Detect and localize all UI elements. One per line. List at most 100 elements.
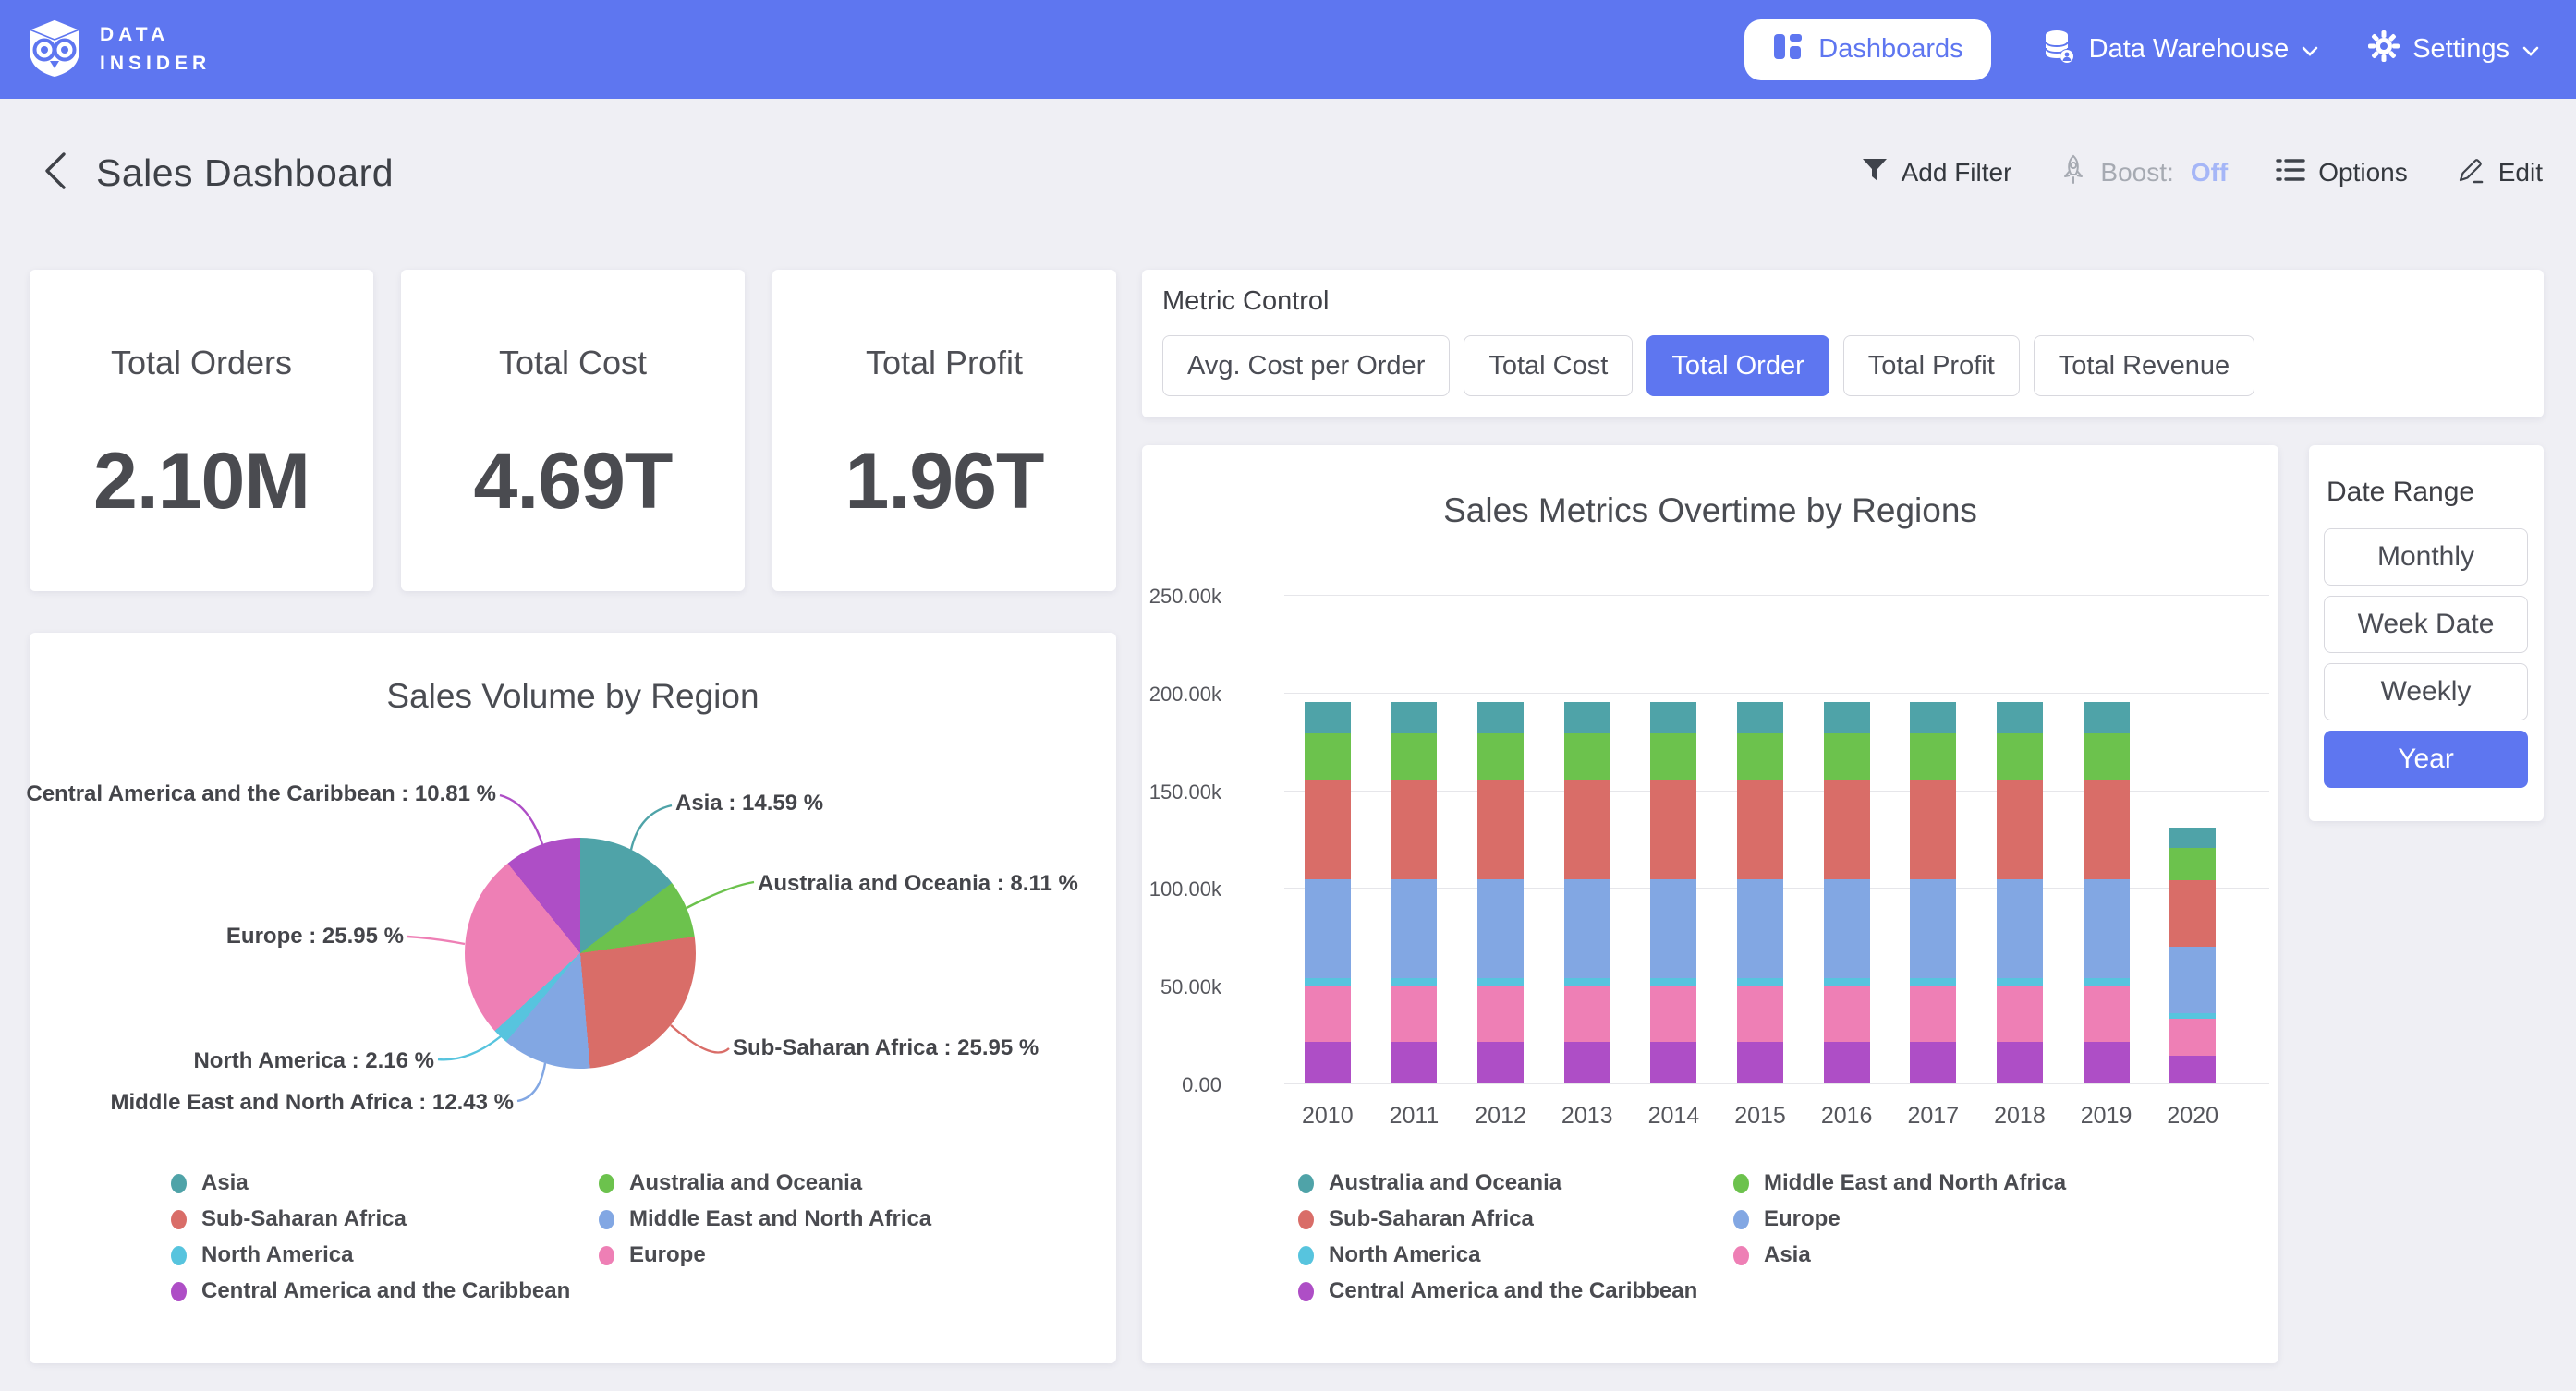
legend-item-australia-and-oceania[interactable]: Australia and Oceania: [1298, 1172, 1697, 1194]
bar-segment-north-america: [2084, 978, 2130, 986]
boost-label: Boost:: [2100, 158, 2173, 187]
back-button[interactable]: [35, 152, 76, 193]
bar-segment-middle-east-and-north-africa: [1824, 733, 1870, 780]
y-axis-tick: 50.00k: [1111, 975, 1221, 999]
legend-dot: [1298, 1246, 1314, 1265]
add-filter-button[interactable]: Add Filter: [1861, 156, 2012, 190]
bar-segment-north-america: [1997, 978, 2043, 986]
bar-segment-sub-saharan-africa: [1477, 780, 1524, 879]
legend-item-sub-saharan-africa[interactable]: Sub-Saharan Africa: [1298, 1208, 1697, 1230]
bar-segment-north-america: [1305, 978, 1351, 986]
bar-segment-asia: [1910, 986, 1956, 1042]
bar-segment-sub-saharan-africa: [1564, 780, 1610, 879]
date-option-year[interactable]: Year: [2324, 731, 2528, 788]
bar-segment-north-america: [1650, 978, 1696, 986]
nav-dashboards-button[interactable]: Dashboards: [1744, 19, 1990, 80]
legend-item-central-america-and-the-caribbean[interactable]: Central America and the Caribbean: [171, 1280, 570, 1302]
chevron-down-icon: [2302, 34, 2318, 65]
legend-label: Central America and the Caribbean: [201, 1278, 570, 1304]
bar-segment-sub-saharan-africa: [1391, 780, 1437, 879]
options-button[interactable]: Options: [2276, 157, 2408, 189]
pie-chart: [465, 838, 696, 1069]
pie-callout-asia: Asia : 14.59 %: [675, 791, 823, 816]
legend-item-australia-and-oceania[interactable]: Australia and Oceania: [599, 1172, 931, 1194]
bar-segment-central-america-and-the-caribbean: [2084, 1042, 2130, 1083]
metric-option-total-revenue[interactable]: Total Revenue: [2034, 335, 2254, 396]
bar-segment-north-america: [1564, 978, 1610, 986]
legend-item-europe[interactable]: Europe: [599, 1244, 931, 1266]
legend-dot: [171, 1246, 187, 1265]
nav-data-warehouse[interactable]: Data Warehouse: [2041, 28, 2319, 72]
kpi-label: Total Cost: [499, 344, 647, 382]
legend-dot: [171, 1174, 187, 1193]
x-axis-label: 2013: [1544, 1103, 1631, 1130]
date-option-monthly[interactable]: Monthly: [2324, 528, 2528, 586]
kpi-card-total-cost: Total Cost 4.69T: [401, 270, 745, 591]
x-axis-label: 2019: [2063, 1103, 2150, 1130]
metric-option-avg-cost-per-order[interactable]: Avg. Cost per Order: [1162, 335, 1450, 396]
bar-column-2014: [1631, 595, 1718, 1083]
bar-segment-australia-and-oceania: [1824, 702, 1870, 732]
bar-segment-sub-saharan-africa: [2084, 780, 2130, 879]
bar-segment-australia-and-oceania: [1910, 702, 1956, 732]
legend-item-europe[interactable]: Europe: [1733, 1208, 2066, 1230]
bar-segment-middle-east-and-north-africa: [1910, 733, 1956, 780]
date-option-week-date[interactable]: Week Date: [2324, 596, 2528, 653]
nav-dashboards-label: Dashboards: [1818, 34, 1962, 65]
bar-segment-central-america-and-the-caribbean: [1997, 1042, 2043, 1083]
chevron-down-icon: [2522, 34, 2539, 65]
legend-item-north-america[interactable]: North America: [1298, 1244, 1697, 1266]
date-option-weekly[interactable]: Weekly: [2324, 663, 2528, 720]
kpi-value: 2.10M: [93, 436, 310, 527]
bar-segment-middle-east-and-north-africa: [1564, 733, 1610, 780]
metric-option-total-order[interactable]: Total Order: [1646, 335, 1829, 396]
bar-stack: [1564, 702, 1610, 1083]
bar-segment-australia-and-oceania: [1477, 702, 1524, 732]
bar-segment-europe: [2169, 947, 2216, 1013]
nav-data-warehouse-label: Data Warehouse: [2089, 34, 2290, 65]
bar-segment-sub-saharan-africa: [1650, 780, 1696, 879]
bar-segment-middle-east-and-north-africa: [1305, 733, 1351, 780]
legend-item-asia[interactable]: Asia: [171, 1172, 570, 1194]
boost-toggle[interactable]: Boost: Off: [2060, 154, 2228, 192]
legend-label: Sub-Saharan Africa: [1329, 1206, 1534, 1232]
bar-segment-middle-east-and-north-africa: [2169, 848, 2216, 879]
metric-option-total-cost[interactable]: Total Cost: [1464, 335, 1633, 396]
bar-segment-asia: [1477, 986, 1524, 1042]
legend-item-asia[interactable]: Asia: [1733, 1244, 2066, 1266]
pie-callout-central-america-and-the-caribbean: Central America and the Caribbean : 10.8…: [26, 781, 496, 807]
legend-label: Asia: [1764, 1242, 1811, 1268]
legend-item-middle-east-and-north-africa[interactable]: Middle East and North Africa: [599, 1208, 931, 1230]
bar-segment-sub-saharan-africa: [1305, 780, 1351, 879]
boost-value: Off: [2191, 158, 2228, 187]
brand: DATA INSIDER: [0, 17, 211, 82]
bar-column-2012: [1457, 595, 1544, 1083]
bar-stack: [1824, 702, 1870, 1083]
bar-segment-middle-east-and-north-africa: [1391, 733, 1437, 780]
legend-item-sub-saharan-africa[interactable]: Sub-Saharan Africa: [171, 1208, 570, 1230]
pie-callout-middle-east-and-north-africa: Middle East and North Africa : 12.43 %: [110, 1090, 514, 1116]
bar-segment-north-america: [1910, 978, 1956, 986]
bar-segment-north-america: [1737, 978, 1783, 986]
x-axis-label: 2016: [1804, 1103, 1890, 1130]
bar-segment-central-america-and-the-caribbean: [1477, 1042, 1524, 1083]
legend-item-central-america-and-the-caribbean[interactable]: Central America and the Caribbean: [1298, 1280, 1697, 1302]
legend-item-middle-east-and-north-africa[interactable]: Middle East and North Africa: [1733, 1172, 2066, 1194]
edit-button[interactable]: Edit: [2456, 155, 2543, 191]
bar-segment-sub-saharan-africa: [1824, 780, 1870, 879]
bar-segment-central-america-and-the-caribbean: [2169, 1056, 2216, 1083]
legend-item-north-america[interactable]: North America: [171, 1244, 570, 1266]
bar-segment-asia: [2169, 1019, 2216, 1056]
list-icon: [2276, 157, 2305, 189]
nav-settings[interactable]: Settings: [2368, 30, 2539, 69]
metric-option-total-profit[interactable]: Total Profit: [1843, 335, 2020, 396]
bar-segment-middle-east-and-north-africa: [1737, 733, 1783, 780]
bar-segment-europe: [1824, 879, 1870, 978]
bar-segment-asia: [1997, 986, 2043, 1042]
bar-segment-australia-and-oceania: [1737, 702, 1783, 732]
x-axis-label: 2020: [2149, 1103, 2236, 1130]
kpi-card-total-profit: Total Profit 1.96T: [772, 270, 1116, 591]
legend-dot: [599, 1174, 614, 1193]
legend-dot: [1733, 1174, 1749, 1193]
x-axis-label: 2011: [1371, 1103, 1458, 1130]
